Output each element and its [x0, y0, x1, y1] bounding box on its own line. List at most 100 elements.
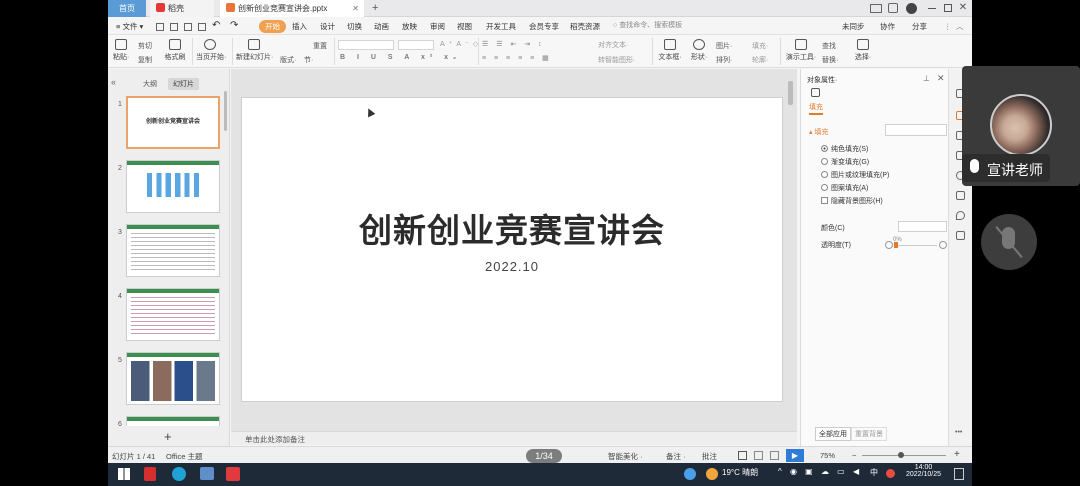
collapse-ribbon-icon[interactable]: ︿	[956, 20, 964, 33]
slide-thumbnail-6[interactable]	[126, 416, 220, 426]
menu-transition[interactable]: 切换	[347, 20, 362, 33]
slide-thumbnail-2[interactable]	[126, 160, 220, 213]
fill-preset-select[interactable]	[885, 124, 947, 136]
select-button[interactable]: 选择·	[852, 39, 874, 62]
notes-toggle[interactable]: 备注 ·	[666, 451, 686, 462]
presenter-tools-button[interactable]: 演示工具·	[784, 39, 818, 62]
current-slide[interactable]: 创新创业竞赛宣讲会 2022.10	[241, 97, 783, 402]
copy-button[interactable]: 复制	[138, 55, 152, 65]
slide-thumbnail-1[interactable]: 创新创业竞赛宣讲会	[126, 96, 220, 149]
cube-icon[interactable]	[956, 231, 965, 240]
picture-button[interactable]: 图片·	[716, 41, 732, 51]
menu-home[interactable]: 开始	[259, 20, 286, 33]
close-pane-icon[interactable]: ✕	[937, 73, 945, 84]
zoom-in-button[interactable]: +	[954, 449, 960, 460]
zoom-slider[interactable]	[862, 455, 946, 456]
collaborate-button[interactable]: 协作	[880, 20, 895, 33]
pin-icon[interactable]: ⊥	[923, 74, 930, 83]
windows-start-icon[interactable]	[118, 468, 130, 480]
play-slideshow-icon[interactable]: ▶	[786, 449, 804, 462]
minimize-icon[interactable]	[928, 8, 936, 9]
format-painter-button[interactable]: 格式刷	[164, 39, 186, 62]
theme-name[interactable]: Office 主题	[166, 451, 203, 462]
fill-tab-icon[interactable]	[811, 88, 820, 97]
window-icon[interactable]	[888, 3, 898, 13]
close-window-icon[interactable]: ✕	[958, 2, 968, 14]
transparency-decrease-button[interactable]	[885, 241, 893, 249]
find-button[interactable]: 查找	[822, 41, 836, 51]
fill-section-header[interactable]: ▴ 填充	[809, 127, 828, 137]
preview-icon[interactable]	[198, 23, 206, 31]
font-name-select[interactable]	[338, 40, 394, 50]
zoom-slider-handle[interactable]	[898, 452, 904, 458]
transparency-slider[interactable]	[895, 245, 937, 246]
slide-thumbnail-4[interactable]	[126, 288, 220, 341]
fill-button[interactable]: 填充·	[752, 41, 768, 51]
undo-icon[interactable]: ↶	[212, 19, 220, 32]
slide-title[interactable]: 创新创业竞赛宣讲会	[242, 204, 782, 252]
tab-outline[interactable]: 大纲	[138, 78, 162, 90]
tab-document[interactable]: 创新创业竞赛宣讲会.pptx ✕	[220, 0, 364, 17]
tray-app-icon[interactable]	[684, 468, 696, 480]
canvas-scrollbar[interactable]	[788, 81, 793, 105]
cut-button[interactable]: 剪切	[138, 41, 152, 51]
sync-status[interactable]: 未同步	[842, 20, 865, 33]
layout-button[interactable]: 版式·	[280, 55, 296, 65]
slide-thumbnail-3[interactable]	[126, 224, 220, 277]
outline-button[interactable]: 轮廓·	[752, 55, 768, 65]
ime-indicator[interactable]: 中	[870, 467, 878, 478]
arrange-button[interactable]: 排列·	[716, 55, 732, 65]
slide-thumbnail-5[interactable]	[126, 352, 220, 405]
option-picture-fill[interactable]: 图片或纹理填充(P)	[821, 170, 889, 180]
notes-pane[interactable]: 单击此处添加备注	[231, 431, 797, 445]
normal-view-icon[interactable]	[738, 451, 747, 460]
textbox-button[interactable]: 文本框·	[656, 39, 684, 62]
zoom-out-button[interactable]: −	[852, 451, 856, 460]
align-buttons[interactable]: ≡ ≡ ≡ ≡ ≡ ▦	[482, 54, 552, 62]
apply-all-button[interactable]: 全部应用	[815, 427, 851, 441]
new-slide-button[interactable]: 新建幻灯片·	[236, 39, 273, 62]
menu-design[interactable]: 设计	[320, 20, 335, 33]
menu-file[interactable]: ≡ 文件 ▾	[116, 20, 143, 33]
location-icon[interactable]	[956, 211, 965, 220]
print-icon[interactable]	[184, 23, 192, 31]
menu-review[interactable]: 审阅	[430, 20, 445, 33]
edge-icon[interactable]	[172, 467, 186, 481]
smart-beautify-button[interactable]: 智能美化 ·	[608, 451, 643, 462]
tray-icons[interactable]: ^ ◉ ▣ ☁ ▭ ◀	[778, 467, 862, 476]
photos-icon[interactable]	[200, 467, 214, 480]
more-icon[interactable]: ⋮	[944, 20, 952, 33]
menu-developer[interactable]: 开发工具	[486, 20, 516, 33]
redo-icon[interactable]: ↷	[230, 19, 238, 32]
comments-toggle[interactable]: 批注	[702, 451, 717, 462]
close-tab-icon[interactable]: ✕	[352, 0, 359, 17]
zoom-level[interactable]: 75%	[820, 451, 835, 460]
maximize-icon[interactable]	[944, 4, 952, 12]
backup-icon[interactable]	[956, 191, 965, 200]
option-solid-fill[interactable]: 纯色填充(S)	[821, 144, 868, 154]
clock[interactable]: 14:00 2022/10/25	[906, 464, 941, 478]
reading-view-icon[interactable]	[770, 451, 779, 460]
pane-title[interactable]: 对象属性·	[807, 75, 837, 85]
export-icon[interactable]	[170, 23, 178, 31]
slide-date[interactable]: 2022.10	[242, 259, 782, 274]
color-select[interactable]	[898, 221, 947, 232]
menu-insert[interactable]: 插入	[292, 20, 307, 33]
thumbnail-scrollbar[interactable]	[224, 91, 227, 131]
sorter-view-icon[interactable]	[754, 451, 763, 460]
command-search[interactable]: ○ 查找命令、搜索模板	[613, 20, 682, 30]
option-gradient-fill[interactable]: 渐变填充(G)	[821, 157, 869, 167]
font-size-buttons[interactable]: A⁺A⁻◇	[440, 40, 482, 48]
tab-docer[interactable]: 稻壳	[150, 0, 214, 17]
antivirus-icon[interactable]	[886, 469, 895, 478]
font-size-select[interactable]	[398, 40, 434, 50]
add-slide-button[interactable]: +	[164, 429, 172, 444]
wps-taskbar-icon[interactable]	[226, 467, 240, 481]
mute-button[interactable]	[981, 214, 1037, 270]
paste-button[interactable]: 粘贴·	[113, 39, 129, 62]
share-button[interactable]: 分享	[912, 20, 927, 33]
menu-member[interactable]: 会员专享	[529, 20, 559, 33]
transparency-increase-button[interactable]	[939, 241, 947, 249]
tab-fill[interactable]: 填充	[809, 102, 823, 115]
shape-button[interactable]: 形状·	[688, 39, 710, 62]
